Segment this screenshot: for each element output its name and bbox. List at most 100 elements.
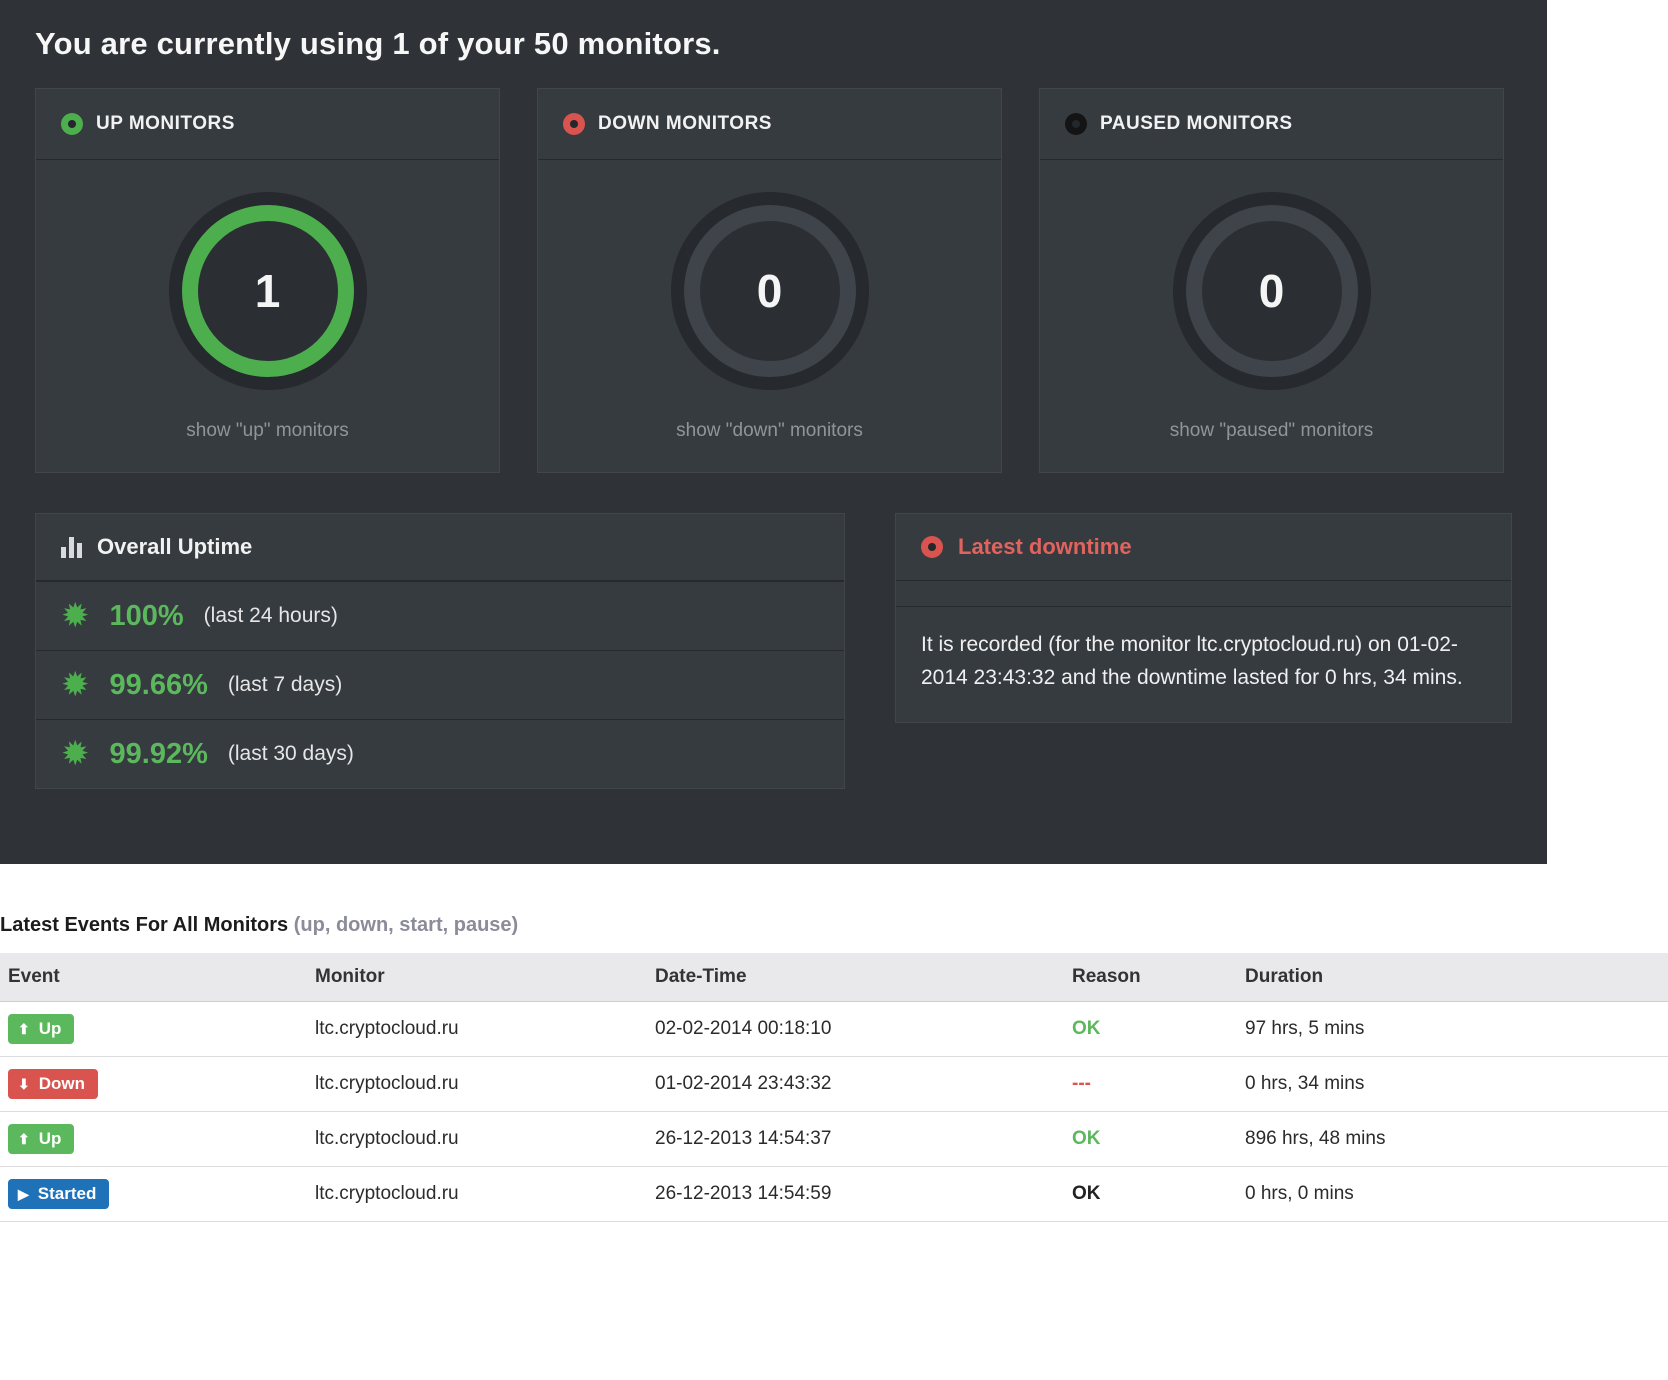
show-down-monitors-link[interactable]: show "down" monitors [676, 420, 863, 442]
uptime-row-30d: ✹ 99.92% (last 30 days) [36, 719, 844, 788]
up-monitors-card-header: UP MONITORS [36, 89, 499, 160]
event-duration: 97 hrs, 5 mins [1237, 1002, 1668, 1057]
paused-monitors-card-body: 0 show "paused" monitors [1040, 160, 1503, 472]
badge-label: Up [39, 1130, 62, 1147]
event-duration: 896 hrs, 48 mins [1237, 1112, 1668, 1167]
started-event-badge: ▶ Started [8, 1179, 109, 1209]
badge-label: Up [39, 1020, 62, 1037]
column-header-monitor: Monitor [307, 953, 647, 1002]
down-monitors-card: DOWN MONITORS 0 show "down" monitors [537, 88, 1002, 473]
dot-center [928, 543, 936, 551]
monitor-name: ltc.cryptocloud.ru [307, 1002, 647, 1057]
paused-monitors-gauge: 0 [1173, 192, 1371, 390]
lower-panels-row: Overall Uptime ✹ 100% (last 24 hours) ✹ … [35, 513, 1512, 789]
events-heading: Latest Events For All Monitors (up, down… [0, 914, 1668, 937]
column-header-event: Event [0, 953, 307, 1002]
monitor-name: ltc.cryptocloud.ru [307, 1057, 647, 1112]
event-duration: 0 hrs, 34 mins [1237, 1057, 1668, 1112]
event-reason: --- [1072, 1073, 1091, 1094]
burst-icon: ✹ [61, 668, 90, 702]
badge-label: Started [38, 1185, 97, 1202]
down-monitors-label: DOWN MONITORS [598, 113, 772, 135]
uptime-percent-30d: 99.92% [110, 738, 208, 771]
events-heading-suffix: (up, down, start, pause) [294, 914, 518, 936]
column-header-reason: Reason [1064, 953, 1237, 1002]
up-monitors-count: 1 [255, 264, 281, 318]
uptime-row-7d: ✹ 99.66% (last 7 days) [36, 650, 844, 719]
uptime-percent-24h: 100% [110, 600, 184, 633]
up-event-badge: ⬆ Up [8, 1124, 74, 1154]
dot-center [68, 120, 76, 128]
burst-icon: ✹ [61, 599, 90, 633]
event-reason: OK [1072, 1183, 1101, 1204]
up-monitors-card: UP MONITORS 1 show "up" monitors [35, 88, 500, 473]
paused-status-dot-icon [1065, 113, 1087, 135]
down-monitors-ring: 0 [684, 205, 856, 377]
column-header-datetime: Date-Time [647, 953, 1064, 1002]
up-status-dot-icon [61, 113, 83, 135]
arrow-down-icon: ⬇ [18, 1077, 30, 1091]
paused-monitors-count: 0 [1259, 264, 1285, 318]
events-heading-text: Latest Events For All Monitors [0, 914, 288, 936]
down-monitors-gauge: 0 [671, 192, 869, 390]
overall-uptime-header: Overall Uptime [36, 514, 844, 581]
arrow-up-icon: ⬆ [18, 1022, 30, 1036]
down-monitors-card-body: 0 show "down" monitors [538, 160, 1001, 472]
dot-center [570, 120, 578, 128]
event-reason: OK [1072, 1018, 1101, 1039]
latest-downtime-header: Latest downtime [896, 514, 1511, 581]
events-section: Latest Events For All Monitors (up, down… [0, 914, 1668, 1222]
table-row: ⬆ Up ltc.cryptocloud.ru 26-12-2013 14:54… [0, 1112, 1668, 1167]
events-table-header-row: Event Monitor Date-Time Reason Duration [0, 953, 1668, 1002]
events-table: Event Monitor Date-Time Reason Duration … [0, 953, 1668, 1222]
downtime-spacer [896, 581, 1511, 607]
badge-label: Down [39, 1075, 85, 1092]
monitor-name: ltc.cryptocloud.ru [307, 1112, 647, 1167]
down-monitors-card-header: DOWN MONITORS [538, 89, 1001, 160]
down-event-badge: ⬇ Down [8, 1069, 98, 1099]
overall-uptime-panel: Overall Uptime ✹ 100% (last 24 hours) ✹ … [35, 513, 845, 789]
show-paused-monitors-link[interactable]: show "paused" monitors [1170, 420, 1374, 442]
table-row: ⬇ Down ltc.cryptocloud.ru 01-02-2014 23:… [0, 1057, 1668, 1112]
event-datetime: 26-12-2013 14:54:59 [647, 1167, 1064, 1222]
paused-monitors-card-header: PAUSED MONITORS [1040, 89, 1503, 160]
event-duration: 0 hrs, 0 mins [1237, 1167, 1668, 1222]
up-monitors-label: UP MONITORS [96, 113, 235, 135]
up-event-badge: ⬆ Up [8, 1014, 74, 1044]
column-header-duration: Duration [1237, 953, 1668, 1002]
dot-center [1072, 120, 1080, 128]
up-monitors-gauge: 1 [169, 192, 367, 390]
monitor-name: ltc.cryptocloud.ru [307, 1167, 647, 1222]
uptime-period-7d: (last 7 days) [228, 673, 342, 697]
show-up-monitors-link[interactable]: show "up" monitors [186, 420, 348, 442]
latest-downtime-title: Latest downtime [958, 534, 1132, 560]
down-status-dot-icon [563, 113, 585, 135]
uptime-period-24h: (last 24 hours) [204, 604, 338, 628]
event-datetime: 02-02-2014 00:18:10 [647, 1002, 1064, 1057]
up-monitors-ring: 1 [182, 205, 354, 377]
page-title: You are currently using 1 of your 50 mon… [35, 26, 1512, 62]
uptime-row-24h: ✹ 100% (last 24 hours) [36, 581, 844, 650]
paused-monitors-ring: 0 [1186, 205, 1358, 377]
overall-uptime-title: Overall Uptime [97, 534, 252, 560]
monitor-cards-row: UP MONITORS 1 show "up" monitors DOWN MO… [35, 88, 1512, 473]
event-reason: OK [1072, 1128, 1101, 1149]
downtime-dot-icon [921, 536, 943, 558]
event-datetime: 26-12-2013 14:54:37 [647, 1112, 1064, 1167]
paused-monitors-label: PAUSED MONITORS [1100, 113, 1293, 135]
latest-downtime-panel: Latest downtime It is recorded (for the … [895, 513, 1512, 723]
down-monitors-count: 0 [757, 264, 783, 318]
event-datetime: 01-02-2014 23:43:32 [647, 1057, 1064, 1112]
uptime-period-30d: (last 30 days) [228, 742, 354, 766]
burst-icon: ✹ [61, 737, 90, 771]
arrow-up-icon: ⬆ [18, 1132, 30, 1146]
uptime-percent-7d: 99.66% [110, 669, 208, 702]
latest-downtime-text: It is recorded (for the monitor ltc.cryp… [896, 607, 1511, 722]
table-row: ⬆ Up ltc.cryptocloud.ru 02-02-2014 00:18… [0, 1002, 1668, 1057]
bar-chart-icon [61, 536, 82, 558]
table-row: ▶ Started ltc.cryptocloud.ru 26-12-2013 … [0, 1167, 1668, 1222]
paused-monitors-card: PAUSED MONITORS 0 show "paused" monitors [1039, 88, 1504, 473]
play-icon: ▶ [18, 1187, 29, 1201]
up-monitors-card-body: 1 show "up" monitors [36, 160, 499, 472]
dashboard-panel: You are currently using 1 of your 50 mon… [0, 0, 1547, 864]
